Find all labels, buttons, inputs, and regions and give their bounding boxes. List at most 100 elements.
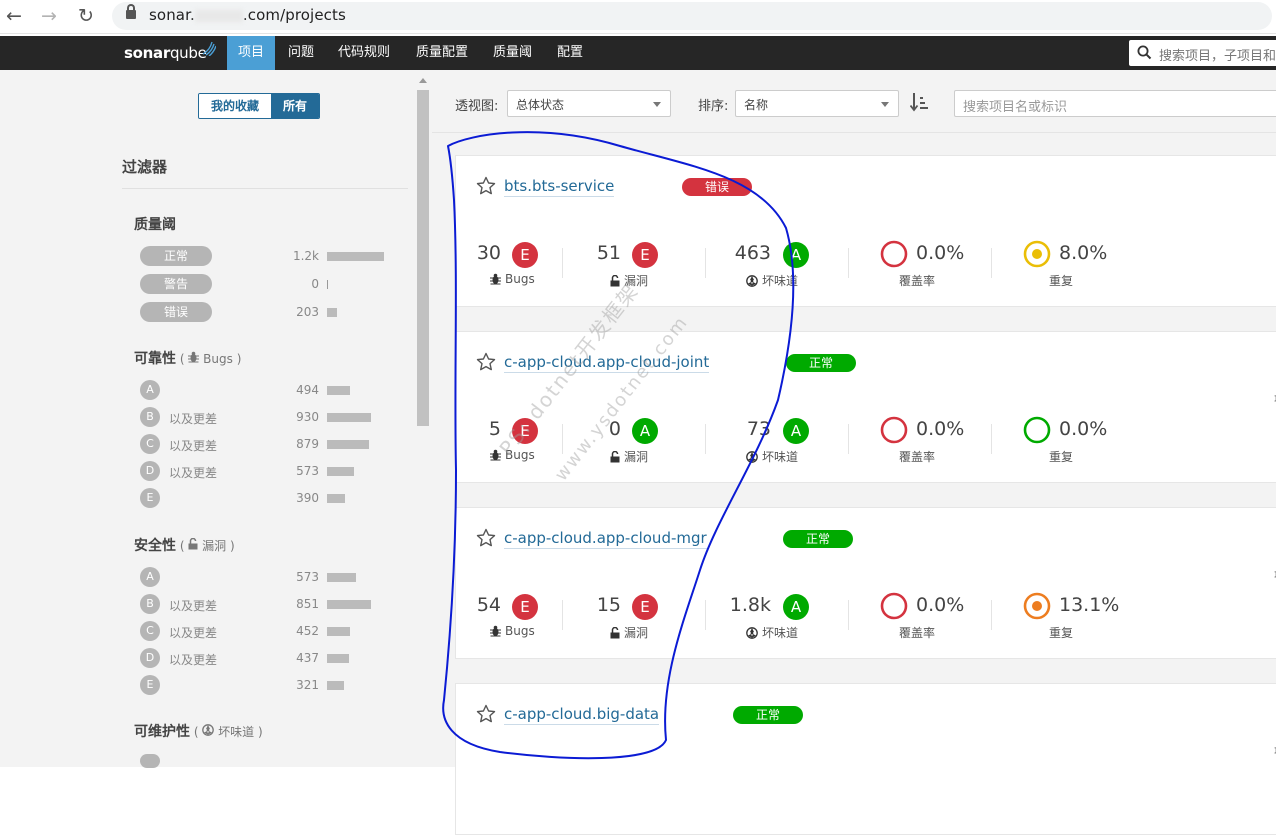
nav-rules[interactable]: 代码规则	[327, 36, 401, 70]
divider	[848, 600, 849, 630]
duplication-value[interactable]: 13.1%	[1059, 594, 1119, 616]
back-arrow-icon[interactable]: ←	[6, 4, 22, 28]
rating-a-partial[interactable]	[140, 754, 160, 768]
rating-d-badge[interactable]: D	[140, 461, 160, 481]
divider	[705, 248, 706, 278]
favorite-star[interactable]	[476, 176, 496, 200]
nav-projects[interactable]: 项目	[227, 36, 276, 70]
code-smell-icon	[746, 275, 758, 287]
duplication-label: 重复	[1049, 626, 1074, 640]
rating-badge: A	[783, 594, 809, 620]
divider	[122, 188, 408, 189]
top-navigation: sonarqube 项目 问题 代码规则 质量配置 质量阈 配置 搜索项目，子项…	[0, 36, 1276, 70]
duplication-value[interactable]: 8.0%	[1059, 242, 1107, 264]
star-icon[interactable]	[476, 704, 496, 724]
project-card: c-app-cloud.app-cloud-joint正常最5EBugs0A漏洞…	[455, 331, 1276, 483]
rating-c-badge[interactable]: C	[140, 621, 160, 641]
reload-icon[interactable]: ↻	[78, 4, 94, 28]
rating-e-badge[interactable]: E	[140, 488, 160, 508]
project-name-link[interactable]: c-app-cloud.app-cloud-joint	[504, 353, 710, 373]
sort-direction-icon[interactable]	[910, 92, 930, 112]
favorite-star[interactable]	[476, 352, 496, 376]
coverage-value[interactable]: 0.0%	[916, 418, 964, 440]
nav-quality-profiles[interactable]: 质量配置	[405, 36, 479, 70]
metric-value[interactable]: 51	[597, 242, 621, 264]
metric-label: 漏洞	[610, 448, 648, 465]
url-text: sonar. .com/projects	[149, 6, 346, 24]
sort-select[interactable]: 名称	[735, 90, 899, 117]
project-name-link[interactable]: c-app-cloud.big-data	[504, 705, 660, 725]
duplication-value[interactable]: 0.0%	[1059, 418, 1107, 440]
facet-count: 851	[296, 597, 319, 611]
metric-value[interactable]: 5	[489, 418, 501, 440]
metric-value[interactable]: 15	[597, 594, 621, 616]
favorite-star[interactable]	[476, 528, 496, 552]
project-search-input[interactable]: 搜索项目名或标识	[954, 90, 1276, 117]
projects-toolbar: 透视图: 总体状态 排序: 名称 搜索项目名或标识	[432, 70, 1276, 132]
metric-value[interactable]: 30	[477, 242, 501, 264]
facet-bar	[327, 600, 371, 609]
unlock-icon	[610, 450, 620, 463]
divider	[705, 424, 706, 454]
metric-value[interactable]: 0	[609, 418, 621, 440]
global-search-input[interactable]: 搜索项目，子项目和文件	[1129, 40, 1276, 66]
facet-qg-item[interactable]: 警告	[140, 274, 212, 294]
forward-arrow-icon[interactable]: →	[41, 4, 57, 28]
star-icon[interactable]	[476, 352, 496, 372]
favorites-toggle-button[interactable]: 我的收藏	[199, 94, 272, 118]
divider	[705, 600, 706, 630]
coverage-label: 覆盖率	[899, 626, 936, 640]
metric-value[interactable]: 73	[747, 418, 771, 440]
code-smell-icon	[746, 451, 758, 463]
star-icon[interactable]	[476, 176, 496, 196]
rating-badge: A	[783, 242, 809, 268]
rating-b-badge[interactable]: B	[140, 594, 160, 614]
star-icon[interactable]	[476, 528, 496, 548]
nav-quality-gates[interactable]: 质量阈	[482, 36, 543, 70]
address-bar[interactable]: sonar. .com/projects	[112, 2, 1272, 30]
rating-c-badge[interactable]: C	[140, 434, 160, 454]
metric-label: 坏味道	[746, 624, 798, 641]
facet-count: 879	[296, 437, 319, 451]
divider	[562, 600, 563, 630]
facet-count: 930	[296, 410, 319, 424]
browser-toolbar: ← → ↻ sonar. .com/projects	[0, 0, 1276, 34]
code-smell-icon	[746, 627, 758, 639]
project-name-link[interactable]: c-app-cloud.app-cloud-mgr	[504, 529, 707, 549]
coverage-value[interactable]: 0.0%	[916, 242, 964, 264]
sidebar-scrollbar[interactable]	[416, 78, 430, 767]
rating-a-badge[interactable]: A	[140, 380, 160, 400]
project-name-link[interactable]: bts.bts-service	[504, 177, 615, 197]
unlock-icon	[610, 274, 620, 287]
divider	[991, 424, 992, 454]
metric-label: 漏洞	[610, 624, 648, 641]
quality-gate-badge: 正常	[783, 530, 853, 548]
coverage-value[interactable]: 0.0%	[916, 594, 964, 616]
rating-d-badge[interactable]: D	[140, 648, 160, 668]
all-toggle-button[interactable]: 所有	[271, 94, 320, 118]
divider	[562, 424, 563, 454]
duplication-ring-icon	[1023, 592, 1051, 620]
rating-b-badge[interactable]: B	[140, 407, 160, 427]
redacted-domain	[194, 9, 243, 22]
scroll-up-icon[interactable]	[419, 78, 427, 83]
nav-administration[interactable]: 配置	[546, 36, 594, 70]
rating-e-badge[interactable]: E	[140, 675, 160, 695]
perspective-select[interactable]: 总体状态	[507, 90, 671, 117]
metric-value[interactable]: 1.8k	[730, 594, 771, 616]
facet-qg-item[interactable]: 错误	[140, 302, 212, 322]
facet-qg-item[interactable]: 正常	[140, 246, 212, 266]
chevron-down-icon	[881, 102, 889, 107]
metric-label: 坏味道	[746, 448, 798, 465]
metric-value[interactable]: 463	[735, 242, 771, 264]
rating-a-badge[interactable]: A	[140, 567, 160, 587]
metric-label: Bugs	[490, 448, 535, 462]
sonarqube-logo[interactable]: sonarqube	[124, 44, 207, 62]
favorite-star[interactable]	[476, 704, 496, 728]
filters-sidebar: 我的收藏 所有 过滤器 质量阈 正常 1.2k 警告 0 错误 203 可靠性 ( Bug…	[0, 70, 432, 768]
scrollbar-thumb[interactable]	[417, 90, 429, 426]
metric-label: 坏味道	[746, 272, 798, 289]
metric-value[interactable]: 54	[477, 594, 501, 616]
nav-issues[interactable]: 问题	[277, 36, 325, 70]
bug-icon	[188, 351, 200, 363]
